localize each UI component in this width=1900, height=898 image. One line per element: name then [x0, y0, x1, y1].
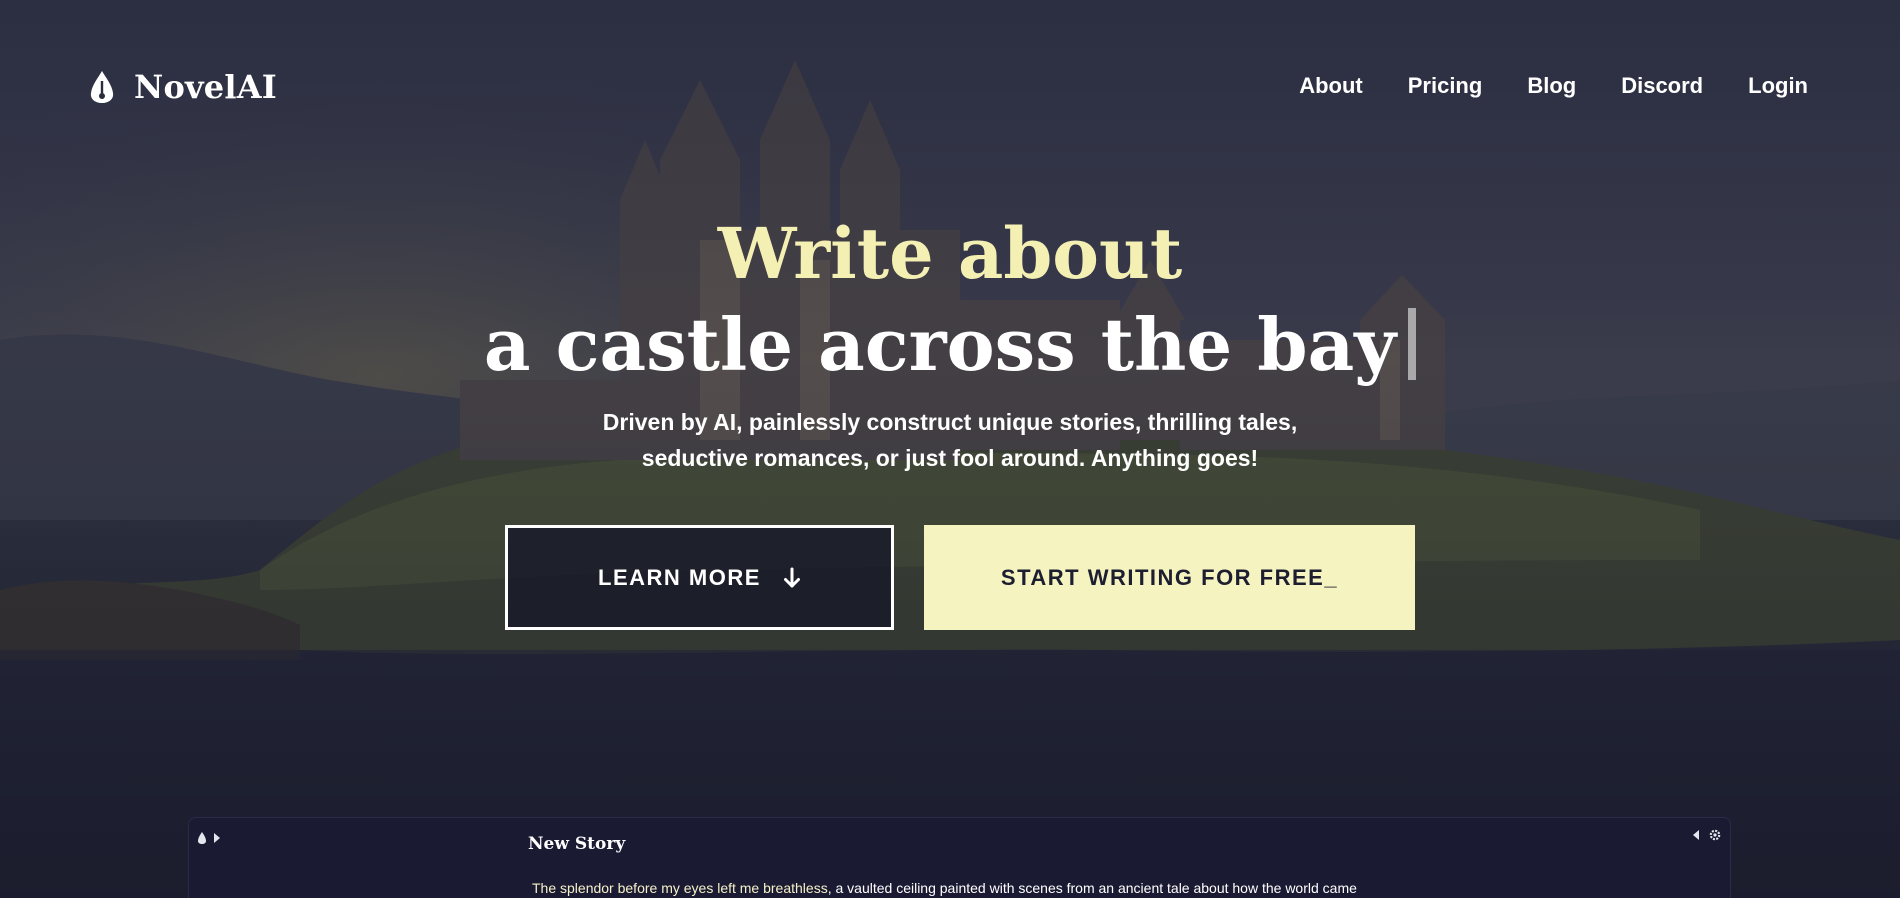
story-text-highlight: The splendor before my eyes left me brea… [532, 880, 828, 896]
story-text: The splendor before my eyes left me brea… [532, 880, 1357, 896]
novelai-pen-nib-icon [90, 71, 114, 103]
story-title: New Story [528, 834, 626, 854]
story-text-rest: , a vaulted ceiling painted with scenes … [827, 880, 1357, 896]
hero-subtitle-line2: seductive romances, or just fool around.… [641, 445, 1259, 471]
learn-more-button[interactable]: LEARN MORE [505, 525, 894, 630]
nav-about[interactable]: About [1299, 73, 1363, 99]
novelai-icon[interactable] [197, 831, 207, 845]
nav-login[interactable]: Login [1748, 73, 1808, 99]
chevron-left-icon[interactable] [1692, 829, 1700, 841]
hero-title-line1: Write about [717, 212, 1183, 295]
main-nav: About Pricing Blog Discord Login [1299, 73, 1808, 99]
gear-icon[interactable] [1708, 828, 1722, 842]
logo[interactable]: NovelAI [88, 68, 277, 106]
learn-more-label: LEARN MORE [598, 564, 761, 590]
hero-subtitle: Driven by AI, painlessly construct uniqu… [560, 404, 1340, 476]
hero-title-typed-text: a castle across the bay [483, 302, 1397, 387]
nav-discord[interactable]: Discord [1621, 73, 1703, 99]
editor-left-controls [197, 828, 227, 848]
logo-text: NovelAI [134, 68, 277, 106]
hero-title-line2: a castle across the bay [0, 302, 1900, 387]
start-writing-button[interactable]: START WRITING FOR FREE_ [924, 525, 1415, 630]
hero-subtitle-line1: Driven by AI, painlessly construct uniqu… [602, 409, 1298, 435]
editor-preview: New Story The splendor before my eyes le… [188, 817, 1731, 898]
nav-blog[interactable]: Blog [1527, 73, 1576, 99]
typing-cursor [1408, 308, 1417, 380]
arrow-down-icon [783, 567, 800, 587]
nav-pricing[interactable]: Pricing [1408, 73, 1483, 99]
editor-right-controls [1692, 828, 1722, 842]
chevron-right-icon[interactable] [213, 832, 221, 844]
